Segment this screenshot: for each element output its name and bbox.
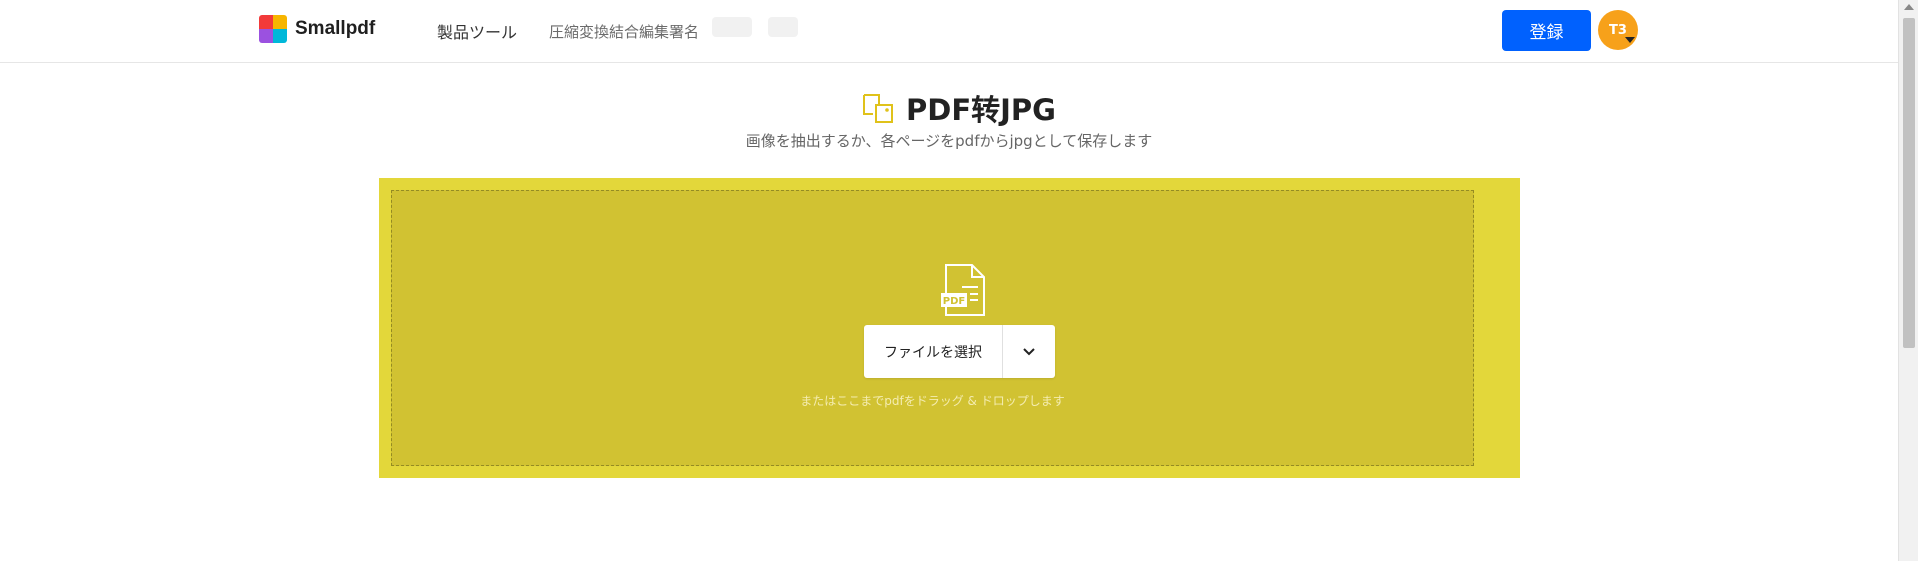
choose-file-button-group[interactable]: ファイルを選択 [864,325,1055,378]
nav-blurred-item [768,17,798,37]
svg-text:PDF: PDF [943,296,965,307]
pdf-file-icon: PDF [941,264,985,316]
pdf-to-jpg-icon [863,94,893,123]
smallpdf-logo[interactable]: Smallpdf [259,15,375,43]
top-header: Smallpdf 製品ツール 圧縮変換結合編集署名 登録 T3 [0,0,1898,63]
nav-tool-links[interactable]: 圧縮変換結合編集署名 [549,21,699,42]
dropzone-dashed-area[interactable]: PDF ファイルを選択 またはここまでpdfをドラッグ & ドロップします [391,190,1474,466]
page-subtitle: 画像を抽出するか、各ページをpdfからjpgとして保存します [745,132,1153,150]
page-title: PDF转JPG [906,93,1056,127]
smallpdf-logo-icon [259,15,287,43]
choose-file-button[interactable]: ファイルを選択 [864,325,1003,378]
file-dropzone[interactable]: PDF ファイルを選択 またはここまでpdfをドラッグ & ドロップします [379,178,1520,478]
drop-hint-text: またはここまでpdfをドラッグ & ドロップします [800,394,1065,408]
user-avatar[interactable]: T3 [1598,10,1638,50]
caret-down-icon[interactable] [1625,37,1635,43]
nav-blurred-item [712,17,752,37]
scroll-up-arrow-icon[interactable] [1904,4,1914,10]
products-tools-menu[interactable]: 製品ツール [437,19,517,43]
brand-name: Smallpdf [295,18,376,39]
signup-button[interactable]: 登録 [1502,10,1591,51]
page-title-row: PDF转JPG [862,87,1056,129]
scrollbar-thumb[interactable] [1903,18,1915,348]
chevron-down-icon [1023,347,1035,355]
choose-source-dropdown-button[interactable] [1003,325,1055,378]
vertical-scrollbar[interactable] [1898,0,1918,561]
